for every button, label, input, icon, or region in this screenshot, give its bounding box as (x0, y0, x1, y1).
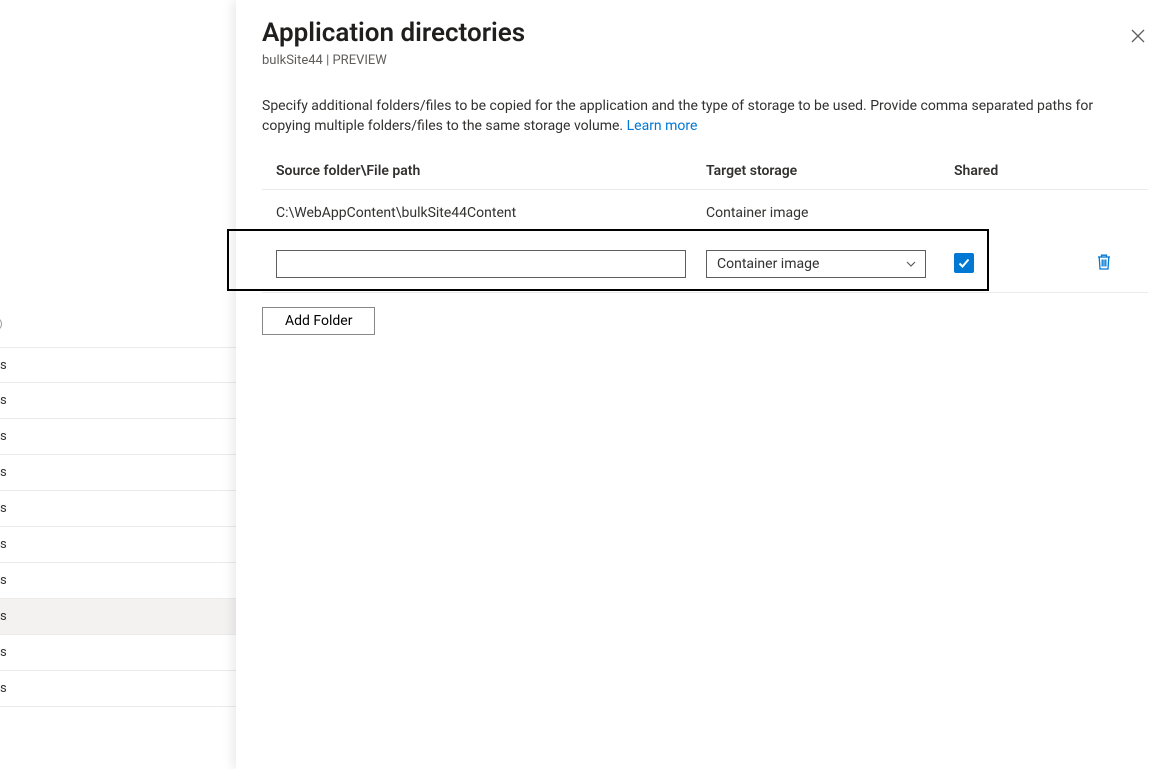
target-storage-selected: Container image (717, 256, 819, 272)
learn-more-link[interactable]: Learn more (627, 118, 698, 134)
blade-subtitle: bulkSite44 | PREVIEW (262, 53, 1148, 68)
blade-title: Application directories (262, 18, 1148, 49)
blade-panel: Application directories bulkSite44 | PRE… (236, 0, 1174, 769)
shared-checkbox[interactable] (954, 253, 974, 273)
col-header-target: Target storage (706, 163, 954, 179)
list-item[interactable]: s (0, 491, 236, 527)
left-filter-label-row: on type i (0, 316, 2, 331)
list-item[interactable]: s (0, 419, 236, 455)
trash-icon (1096, 253, 1112, 271)
info-icon[interactable]: i (0, 317, 2, 331)
cell-source-edit (276, 250, 706, 278)
list-item[interactable]: s (0, 671, 236, 707)
chevron-down-icon (905, 258, 917, 270)
cell-target: Container image (706, 205, 954, 221)
cell-shared-edit (954, 253, 1044, 274)
cell-source: C:\WebAppContent\bulkSite44Content (276, 205, 706, 221)
add-folder-button[interactable]: Add Folder (262, 307, 375, 335)
close-icon (1131, 29, 1145, 43)
delete-row-button[interactable] (1094, 252, 1114, 272)
cell-actions-edit (1094, 252, 1134, 275)
check-icon (957, 256, 971, 270)
list-item-selected[interactable]: s (0, 599, 236, 635)
list-item[interactable]: s (0, 527, 236, 563)
list-item[interactable]: s (0, 347, 236, 383)
source-path-input[interactable] (276, 250, 686, 278)
blade-header: Application directories bulkSite44 | PRE… (262, 18, 1148, 68)
cell-target-edit: Container image (706, 250, 954, 278)
table-header-row: Source folder\File path Target storage S… (262, 163, 1148, 190)
target-storage-select[interactable]: Container image (706, 250, 926, 278)
background-left-panel: on type i s s s s s s s s s s (0, 0, 236, 769)
close-button[interactable] (1124, 22, 1152, 50)
col-header-source: Source folder\File path (276, 163, 706, 179)
left-list: s s s s s s s s s s (0, 347, 236, 707)
table-row-editable: Container image (262, 236, 1148, 293)
list-item[interactable]: s (0, 455, 236, 491)
list-item[interactable]: s (0, 383, 236, 419)
table-row: C:\WebAppContent\bulkSite44Content Conta… (262, 190, 1148, 236)
directories-table: Source folder\File path Target storage S… (262, 163, 1148, 293)
list-item[interactable]: s (0, 635, 236, 671)
col-header-shared: Shared (954, 163, 1044, 179)
blade-description: Specify additional folders/files to be c… (262, 96, 1122, 137)
list-item[interactable]: s (0, 563, 236, 599)
